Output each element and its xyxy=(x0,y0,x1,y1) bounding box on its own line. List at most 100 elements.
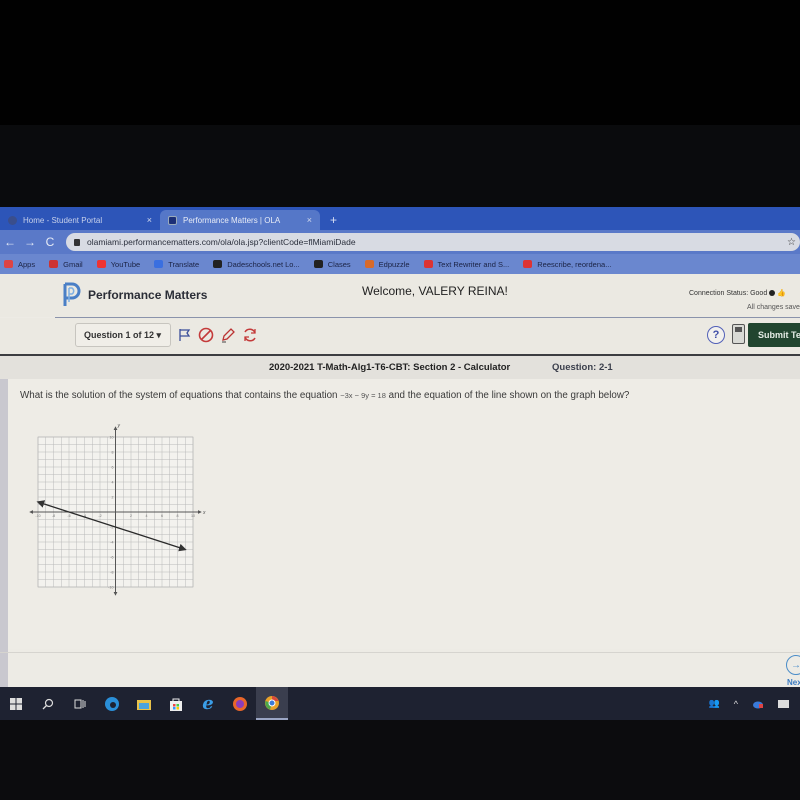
question-text: What is the solution of the system of eq… xyxy=(20,390,629,401)
tab-student-portal[interactable]: Home - Student Portal × xyxy=(0,210,160,230)
highlighter-icon[interactable] xyxy=(220,327,236,343)
bookmark-dadeschools-net-lo[interactable]: Dadeschools.net Lo... xyxy=(213,260,300,269)
y-tick-label: -10 xyxy=(108,585,113,589)
question-number: Question: 2-1 xyxy=(552,362,613,373)
bookmark-text-rewriter-and-s[interactable]: Text Rewriter and S... xyxy=(423,259,510,269)
edge-icon[interactable] xyxy=(96,687,128,720)
x-axis-label: x xyxy=(202,510,206,516)
bookmark-edpuzzle[interactable]: Edpuzzle xyxy=(364,259,410,269)
system-tray: 👥 ^ xyxy=(709,687,790,720)
bookmark-label: Apps xyxy=(18,259,36,269)
tab-strip: Home - Student Portal × Performance Matt… xyxy=(0,207,800,230)
next-button[interactable]: → xyxy=(786,655,800,675)
back-button[interactable]: ← xyxy=(0,235,20,249)
bookmark-apps[interactable]: Apps xyxy=(4,260,35,269)
connection-status-text: Connection Status: Good xyxy=(689,290,768,297)
globe-icon xyxy=(213,260,223,268)
y-tick-label: -8 xyxy=(110,570,113,574)
bookmark-star-icon[interactable]: ☆ xyxy=(787,237,796,248)
chrome-icon[interactable] xyxy=(256,687,288,720)
x-tick-label: 10 xyxy=(191,514,195,518)
x-tick-label: 8 xyxy=(177,514,179,518)
question-toolbar: Question 1 of 12 ▾ ? Submit Test xyxy=(0,318,800,354)
new-tab-button[interactable]: + xyxy=(330,210,337,230)
bookmark-label: Translate xyxy=(168,259,200,269)
x-tick-label: -10 xyxy=(35,514,40,518)
coordinate-graph: xy-10 -8 -6 -4 -2 2 4 6 8 10108642-2-4-6-8-10 xyxy=(29,423,206,596)
close-tab-icon[interactable]: × xyxy=(307,215,312,225)
firefox-icon[interactable] xyxy=(224,687,256,720)
url-text: olamiami.performancematters.com/ola/ola.… xyxy=(87,237,356,247)
section-bar: 2020-2021 T-Math-Alg1-T6-CBT: Section 2 … xyxy=(0,354,800,379)
x-tick-label: -8 xyxy=(52,514,55,518)
close-tab-icon[interactable]: × xyxy=(147,215,152,225)
x-tick-label: -6 xyxy=(67,514,70,518)
bookmark-youtube[interactable]: YouTube xyxy=(96,259,141,269)
translate-icon xyxy=(154,260,164,268)
rewriter-icon xyxy=(423,260,433,268)
bookmark-label: Clases xyxy=(327,259,351,269)
calculator-icon[interactable] xyxy=(732,324,745,344)
y-tick-label: 10 xyxy=(110,435,114,439)
screen: Home - Student Portal × Performance Matt… xyxy=(0,207,800,720)
y-tick-label: 4 xyxy=(112,480,114,484)
file-explorer-icon[interactable] xyxy=(128,687,160,720)
app-header: Performance Matters Welcome, VALERY REIN… xyxy=(0,274,800,317)
gmail-icon xyxy=(49,260,59,268)
search-icon[interactable] xyxy=(32,687,64,720)
tab-performance-matters[interactable]: Performance Matters | OLA × xyxy=(160,210,320,230)
edpuzzle-icon xyxy=(364,260,374,268)
y-tick-label: -6 xyxy=(110,555,113,559)
chevron-up-icon[interactable]: ^ xyxy=(734,699,738,709)
left-edge-bar xyxy=(0,379,8,720)
x-tick-label: 2 xyxy=(130,514,132,518)
thumbs-up-icon: 👍 xyxy=(777,290,786,297)
flag-icon[interactable] xyxy=(178,328,192,342)
people-icon[interactable]: 👥 xyxy=(709,698,720,709)
reset-icon[interactable] xyxy=(242,327,258,343)
bookmark-label: Reescribe, reordena... xyxy=(537,259,612,269)
monitor-bezel-top xyxy=(0,0,800,125)
performance-matters-logo xyxy=(63,282,81,306)
bookmark-gmail[interactable]: Gmail xyxy=(49,260,83,269)
windows-start-icon[interactable] xyxy=(0,687,32,720)
bookmark-reescribe-reordena[interactable]: Reescribe, reordena... xyxy=(523,260,611,269)
bookmark-translate[interactable]: Translate xyxy=(154,260,199,269)
question-selector[interactable]: Question 1 of 12 ▾ xyxy=(75,323,171,347)
bookmark-label: Edpuzzle xyxy=(378,259,410,269)
question-area: What is the solution of the system of eq… xyxy=(8,379,800,649)
youtube-icon xyxy=(96,260,106,268)
tab-title: Performance Matters | OLA xyxy=(183,215,281,225)
y-axis-label: y xyxy=(117,423,121,429)
bookmarks-bar: Apps Gmail YouTube Translate Dadeschools.net… xyxy=(0,254,800,274)
brand-name: Performance Matters xyxy=(88,288,208,302)
bookmark-label: YouTube xyxy=(110,259,141,269)
footer-divider xyxy=(0,652,800,653)
onedrive-icon[interactable] xyxy=(752,699,764,709)
forward-button[interactable]: → xyxy=(20,235,40,249)
y-tick-label: 8 xyxy=(112,450,114,454)
page: Performance Matters Welcome, VALERY REIN… xyxy=(0,274,800,720)
y-tick-label: 2 xyxy=(112,495,114,499)
ie-icon[interactable]: e xyxy=(192,687,224,720)
monitor-bezel-bottom xyxy=(0,720,800,800)
submit-test-button[interactable]: Submit Test xyxy=(748,323,800,347)
next-label[interactable]: Next xyxy=(787,678,800,687)
status-dot-icon xyxy=(769,290,776,297)
browser-toolbar: ← → C olamiami.performancematters.com/ol… xyxy=(0,230,800,254)
task-view-icon[interactable] xyxy=(64,687,96,720)
classroom-icon xyxy=(313,260,323,268)
y-tick-label: -4 xyxy=(110,540,113,544)
store-icon[interactable] xyxy=(160,687,192,720)
address-bar[interactable]: olamiami.performancematters.com/ola/ola.… xyxy=(66,233,800,251)
tab-title: Home - Student Portal xyxy=(23,215,103,225)
globe-icon xyxy=(8,215,17,225)
bookmark-label: Text Rewriter and S... xyxy=(437,259,510,269)
reload-button[interactable]: C xyxy=(40,235,60,249)
eliminate-icon[interactable] xyxy=(198,327,214,343)
connection-status: Connection Status: Good 👍 xyxy=(689,289,786,297)
help-button[interactable]: ? xyxy=(707,326,725,344)
bookmark-clases[interactable]: Clases xyxy=(313,259,351,269)
battery-icon[interactable] xyxy=(778,699,790,708)
saved-status: All changes saved xyxy=(747,304,800,311)
